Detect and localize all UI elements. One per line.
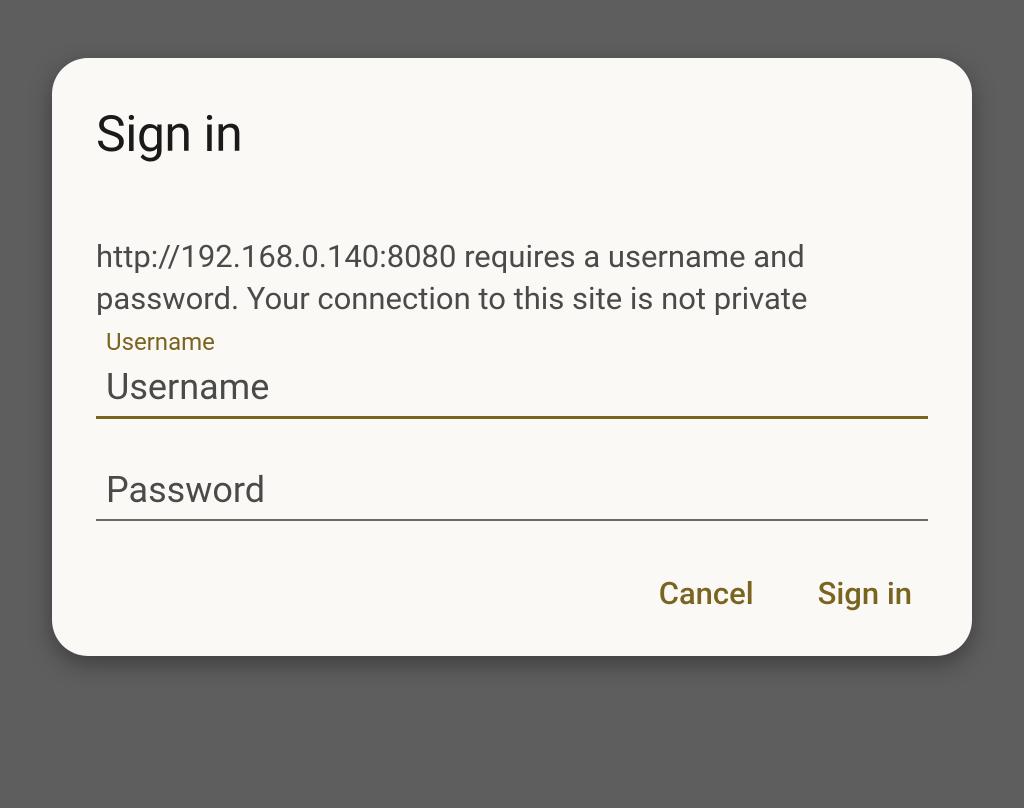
username-label: Username: [106, 328, 928, 356]
dialog-title: Sign in: [96, 106, 928, 164]
username-input[interactable]: [96, 358, 928, 419]
password-input[interactable]: [96, 461, 928, 521]
password-field-group: [96, 461, 928, 521]
dialog-message: http://192.168.0.140:8080 requires a use…: [96, 236, 928, 320]
username-field-group: Username: [96, 328, 928, 419]
cancel-button[interactable]: Cancel: [655, 569, 758, 618]
dialog-actions: Cancel Sign in: [96, 569, 928, 618]
signin-dialog: Sign in http://192.168.0.140:8080 requir…: [52, 58, 972, 656]
signin-button[interactable]: Sign in: [814, 569, 916, 618]
